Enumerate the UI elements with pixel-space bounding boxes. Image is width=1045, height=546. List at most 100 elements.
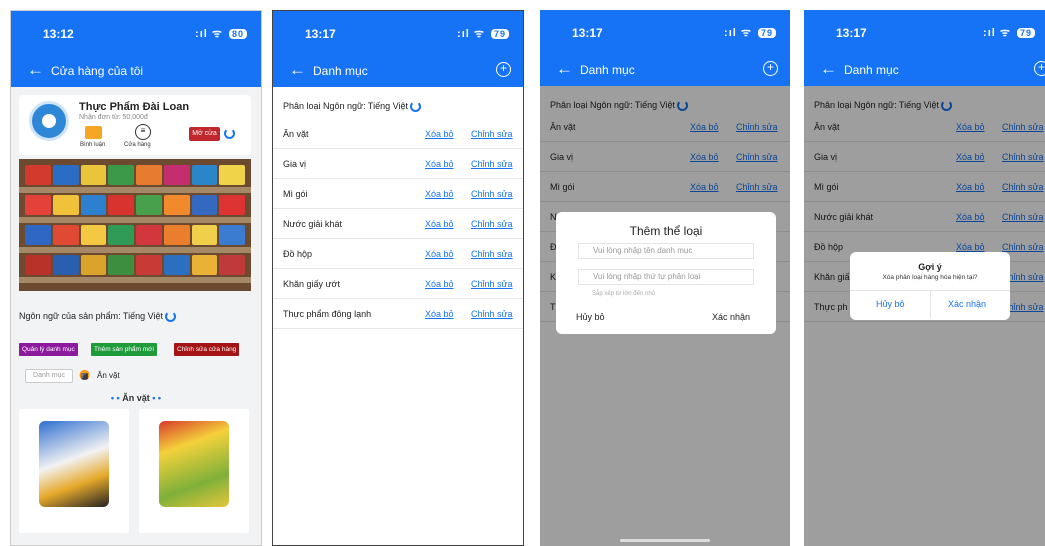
- product-language: Ngôn ngữ của sản phẩm: Tiếng Việt: [19, 311, 177, 323]
- delete-link[interactable]: Xóa bỏ: [425, 189, 454, 199]
- store-banner-image: [19, 159, 251, 291]
- page-title: Cửa hàng của tôi: [51, 64, 144, 78]
- confirm-button[interactable]: Xác nhận: [948, 299, 986, 309]
- category-field[interactable]: Danh mục: [25, 369, 73, 383]
- dialog-button-divider: [930, 290, 931, 318]
- product-card[interactable]: [139, 409, 249, 533]
- shelf: [19, 217, 251, 223]
- list-item: Mì gói Xóa bỏ Chỉnh sửa: [273, 179, 523, 209]
- add-category-icon[interactable]: +: [1034, 61, 1045, 76]
- status-bar: 13:12 :ıl ᯤ 80: [11, 11, 261, 55]
- edit-link[interactable]: Chỉnh sửa: [471, 129, 513, 139]
- status-time: 13:17: [572, 26, 603, 40]
- product-card[interactable]: [19, 409, 129, 533]
- category-list: Phân loại Ngôn ngữ: Tiếng Việt Ăn vặt Xóa…: [804, 86, 1045, 546]
- edit-link[interactable]: Chỉnh sửa: [471, 219, 513, 229]
- refresh-icon[interactable]: [224, 128, 235, 139]
- language-text: Phân loại Ngôn ngữ: Tiếng Việt: [283, 101, 408, 111]
- section-title-text: Ăn vặt: [122, 393, 150, 403]
- delete-link[interactable]: Xóa bỏ: [425, 249, 454, 259]
- section-title: • • Ăn vặt • •: [11, 393, 261, 403]
- page-title: Danh mục: [844, 63, 899, 77]
- back-arrow-icon[interactable]: ←: [820, 59, 837, 79]
- nav-bar: ← Danh mục +: [804, 54, 1045, 86]
- shelf: [19, 277, 251, 283]
- store-name: Thực Phẩm Đài Loan: [79, 101, 190, 113]
- section-dots-right: • •: [152, 393, 162, 403]
- add-category-icon[interactable]: +: [496, 62, 511, 77]
- add-product-button[interactable]: Thêm sản phẩm mới: [91, 343, 157, 356]
- dialog-title: Thêm thể loại: [629, 224, 703, 238]
- status-bar: 13:17 :ıl ᯤ 79: [273, 11, 523, 55]
- manage-category-button[interactable]: Quản lý danh mục: [19, 343, 78, 356]
- confirm-button[interactable]: Xác nhận: [712, 312, 750, 322]
- battery-icon: 79: [757, 28, 776, 38]
- cancel-button[interactable]: Hủy bỏ: [876, 299, 905, 309]
- store-header-card: Thực Phẩm Đài Loan Nhận đơn từ: 50,000đ …: [19, 95, 251, 155]
- list-item: Gia vị Xóa bỏ Chỉnh sửa: [273, 149, 523, 179]
- delete-link[interactable]: Xóa bỏ: [425, 129, 454, 139]
- signal-wifi-battery-icons: :ıl ᯤ 79: [724, 25, 776, 40]
- store-menu-icon[interactable]: ≡: [135, 124, 151, 140]
- battery-icon: 80: [228, 29, 247, 39]
- add-category-dialog: Thêm thể loại Vui lòng nhập tên danh mục…: [556, 212, 776, 334]
- add-category-icon[interactable]: +: [763, 61, 778, 76]
- edit-store-button[interactable]: Chỉnh sửa cửa hàng: [174, 343, 240, 356]
- cancel-button[interactable]: Hủy bỏ: [576, 312, 605, 322]
- status-time: 13:12: [43, 27, 74, 41]
- product-image: [159, 421, 229, 507]
- page-title: Danh mục: [580, 63, 635, 77]
- edit-link[interactable]: Chỉnh sửa: [471, 159, 513, 169]
- edit-link[interactable]: Chỉnh sửa: [471, 189, 513, 199]
- refresh-icon[interactable]: [165, 311, 177, 323]
- nav-bar: ← Cửa hàng của tôi: [11, 55, 261, 87]
- delete-link[interactable]: Xóa bỏ: [425, 309, 454, 319]
- delete-link[interactable]: Xóa bỏ: [425, 219, 454, 229]
- category-name: Ăn vặt: [283, 129, 309, 139]
- status-bar: 13:17 :ıl ᯤ 79: [540, 10, 790, 54]
- list-item: Ăn vặt Xóa bỏ Chỉnh sửa: [273, 119, 523, 149]
- category-name: Nước giải khát: [283, 219, 342, 229]
- open-store-button[interactable]: Mở cửa: [189, 127, 220, 141]
- product-language-text: Ngôn ngữ của sản phẩm: Tiếng Việt: [19, 311, 163, 321]
- category-name-input[interactable]: Vui lòng nhập tên danh mục: [578, 243, 754, 259]
- product-image: [39, 421, 109, 507]
- battery-icon: 79: [490, 29, 509, 39]
- comment-icon[interactable]: [85, 126, 102, 139]
- back-arrow-icon[interactable]: ←: [27, 60, 44, 80]
- delete-link[interactable]: Xóa bỏ: [425, 159, 454, 169]
- shelf: [19, 187, 251, 193]
- back-arrow-icon[interactable]: ←: [289, 60, 306, 80]
- list-item: Nước giải khát Xóa bỏ Chỉnh sửa: [273, 209, 523, 239]
- category-list: Phân loại Ngôn ngữ: Tiếng Việt Ăn vặt Xóa…: [273, 87, 523, 545]
- dialog-message: Xóa phân loại hàng hóa hiện tại?: [882, 274, 978, 281]
- battery-icon: 79: [1016, 28, 1035, 38]
- dialog-title: Gợi ý: [918, 262, 942, 272]
- status-bar: 13:17 :ıl ᯤ 79: [804, 10, 1045, 54]
- shelf-products-row: [25, 225, 245, 245]
- category-order-input[interactable]: Vui lòng nhập thứ tự phân loại: [578, 269, 754, 285]
- status-time: 13:17: [305, 27, 336, 41]
- store-content: Thực Phẩm Đài Loan Nhận đơn từ: 50,000đ …: [11, 87, 261, 545]
- edit-link[interactable]: Chỉnh sửa: [471, 279, 513, 289]
- review-label: Bình luận: [80, 142, 106, 148]
- category-name: Thực phẩm đông lạnh: [283, 309, 372, 319]
- signal-wifi-battery-icons: :ıl ᯤ 79: [983, 25, 1035, 40]
- back-arrow-icon[interactable]: ←: [556, 59, 573, 79]
- delete-link[interactable]: Xóa bỏ: [425, 279, 454, 289]
- category-name: Đồ hộp: [283, 249, 313, 259]
- shelf-products-row: [25, 195, 245, 215]
- shelf: [19, 247, 251, 253]
- add-category-screen: 13:17 :ıl ᯤ 79 ← Danh mục + Phân loại Ng…: [540, 10, 790, 546]
- delete-category-screen: 13:17 :ıl ᯤ 79 ← Danh mục + Phân loại Ng…: [804, 10, 1045, 546]
- nav-bar: ← Danh mục +: [540, 54, 790, 86]
- edit-link[interactable]: Chỉnh sửa: [471, 309, 513, 319]
- list-item: Đồ hộp Xóa bỏ Chỉnh sửa: [273, 239, 523, 269]
- category-name: Khăn giấy ướt: [283, 279, 340, 289]
- selected-category[interactable]: Ăn vặt: [97, 371, 120, 380]
- language-line: Phân loại Ngôn ngữ: Tiếng Việt: [283, 101, 422, 113]
- store-logo: [29, 101, 69, 141]
- refresh-icon[interactable]: [410, 101, 422, 113]
- category-list-screen: 13:17 :ıl ᯤ 79 ← Danh mục + Phân loại Ng…: [272, 10, 524, 546]
- edit-link[interactable]: Chỉnh sửa: [471, 249, 513, 259]
